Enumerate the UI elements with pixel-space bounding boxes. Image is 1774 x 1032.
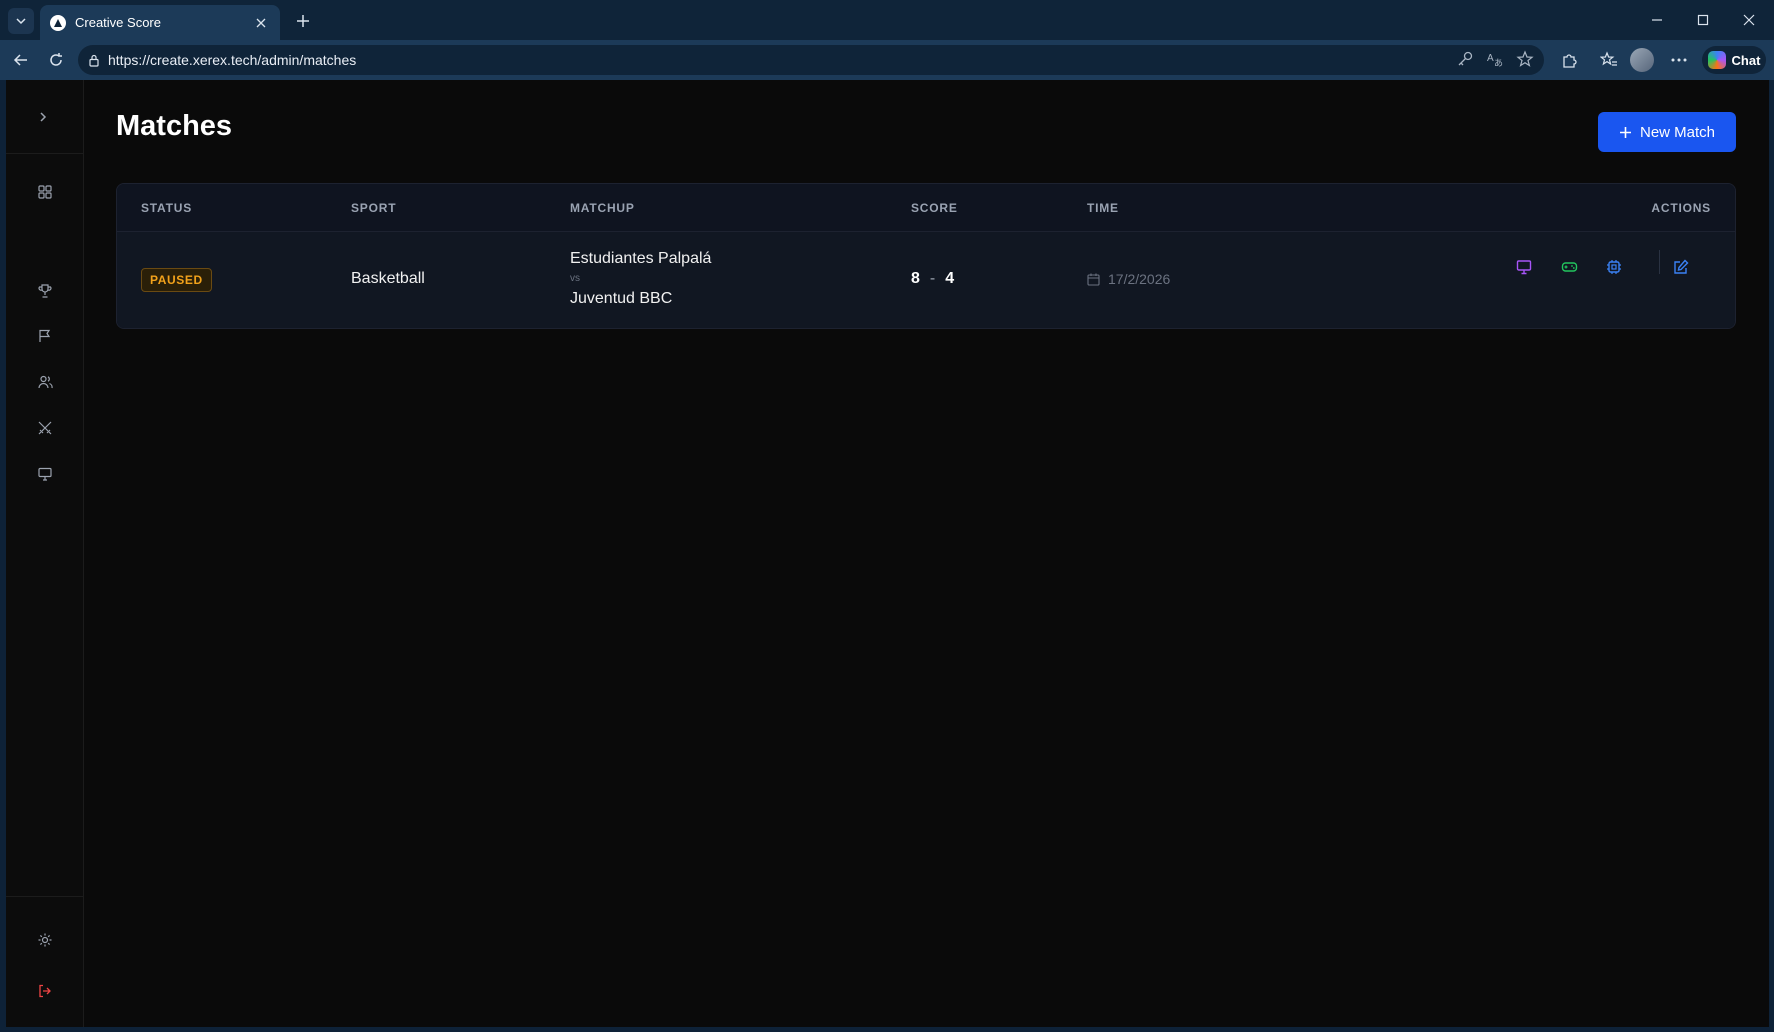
- swords-icon: [38, 421, 52, 435]
- address-bar[interactable]: https://create.xerex.tech/admin/matches …: [78, 45, 1544, 75]
- close-icon: [1743, 14, 1755, 26]
- chip-icon: [1607, 260, 1621, 274]
- away-score: 4: [945, 270, 955, 287]
- sidebar-item-tournaments[interactable]: [28, 274, 62, 308]
- svg-text:A: A: [1487, 53, 1494, 64]
- minimize-button[interactable]: [1634, 6, 1680, 34]
- maximize-button[interactable]: [1680, 6, 1726, 34]
- new-tab-button[interactable]: [290, 8, 316, 34]
- more-horizontal-icon: [1671, 58, 1687, 62]
- new-match-label: New Match: [1639, 123, 1716, 141]
- plus-icon: [1619, 126, 1631, 138]
- browser-toolbar: https://create.xerex.tech/admin/matches …: [0, 40, 1774, 80]
- edit-match-button[interactable]: [1666, 252, 1696, 282]
- home-score: 8: [911, 270, 920, 287]
- match-date: 17/2/2026: [1108, 271, 1171, 287]
- table-header: STATUS SPORT MATCHUP SCORE TIME ACTIONS: [117, 184, 1735, 232]
- sidebar-item-teams[interactable]: [28, 365, 62, 399]
- open-controller-button[interactable]: [1554, 252, 1584, 282]
- browser-titlebar: Creative Score: [0, 0, 1774, 40]
- chevron-down-icon: [16, 18, 26, 25]
- address-bar-actions: Aあ: [1456, 50, 1534, 68]
- matches-table: STATUS SPORT MATCHUP SCORE TIME ACTIONS …: [116, 183, 1736, 329]
- more-menu-button[interactable]: [1667, 48, 1691, 72]
- logout-icon: [39, 984, 51, 998]
- sidebar-item-dashboard[interactable]: [28, 175, 62, 209]
- puzzle-icon: [1563, 54, 1577, 68]
- sidebar: [6, 80, 84, 1027]
- sidebar-divider: [6, 896, 84, 897]
- reload-icon: [50, 53, 62, 66]
- monitor-icon: [1516, 260, 1532, 275]
- dashboard-icon: [38, 185, 52, 199]
- home-team: Estudiantes Palpalá: [570, 250, 712, 267]
- close-window-button[interactable]: [1726, 6, 1772, 34]
- copilot-chat-button[interactable]: Chat: [1702, 46, 1766, 74]
- page-title: Matches: [116, 110, 233, 142]
- svg-text:あ: あ: [1494, 58, 1503, 68]
- reload-button[interactable]: [42, 46, 70, 74]
- url-text: https://create.xerex.tech/admin/matches: [108, 52, 357, 68]
- minimize-icon: [1652, 19, 1662, 21]
- header-status: STATUS: [141, 201, 193, 215]
- plus-icon: [297, 15, 309, 27]
- monitor-icon: [38, 467, 52, 481]
- browser-tab[interactable]: Creative Score: [40, 5, 280, 40]
- actions-divider: [1659, 250, 1660, 274]
- tab-menu-button[interactable]: [8, 8, 34, 34]
- sidebar-expand-button[interactable]: [26, 100, 60, 134]
- chat-label: Chat: [1731, 52, 1761, 68]
- tab-title: Creative Score: [75, 15, 161, 30]
- sidebar-item-matches[interactable]: [28, 319, 62, 353]
- sport-cell: Basketball: [351, 270, 425, 287]
- vs-label: vs: [570, 273, 580, 284]
- status-badge: PAUSED: [141, 268, 212, 292]
- header-matchup: MATCHUP: [570, 201, 635, 215]
- open-display-button[interactable]: [1509, 252, 1539, 282]
- match-settings-button[interactable]: [1599, 252, 1629, 282]
- sun-icon: [38, 933, 52, 947]
- header-sport: SPORT: [351, 201, 397, 215]
- flag-icon: [39, 329, 51, 342]
- chevron-right-icon: [40, 112, 47, 122]
- key-icon[interactable]: [1456, 50, 1474, 68]
- favorites-icon: [1600, 51, 1617, 66]
- extensions-button[interactable]: [1557, 48, 1581, 72]
- sidebar-header: [6, 80, 84, 154]
- header-time: TIME: [1087, 201, 1119, 215]
- edit-icon: [1674, 259, 1689, 274]
- translate-icon[interactable]: Aあ: [1486, 50, 1504, 68]
- copilot-icon: [1707, 51, 1726, 69]
- back-button[interactable]: [7, 46, 35, 74]
- logout-button[interactable]: [28, 974, 62, 1008]
- users-icon: [37, 375, 53, 389]
- favorites-button[interactable]: [1597, 48, 1621, 72]
- score-separator: -: [929, 270, 936, 287]
- sidebar-item-versus[interactable]: [28, 411, 62, 445]
- gamepad-icon: [1561, 262, 1577, 272]
- time-cell: 17/2/2026: [1087, 271, 1170, 287]
- away-team: Juventud BBC: [570, 290, 673, 307]
- star-icon[interactable]: [1516, 50, 1534, 68]
- header-actions: ACTIONS: [1651, 201, 1711, 215]
- app-logo-icon: [50, 14, 66, 31]
- maximize-icon: [1697, 14, 1709, 26]
- score-cell: 8 - 4: [911, 270, 954, 288]
- arrow-left-icon: [13, 54, 27, 66]
- calendar-icon: [1087, 273, 1100, 286]
- new-match-button[interactable]: New Match: [1598, 112, 1736, 152]
- main-content: Matches New Match STATUS SPORT MATCHUP S…: [84, 80, 1769, 1027]
- sidebar-item-displays[interactable]: [28, 457, 62, 491]
- close-icon[interactable]: [252, 14, 270, 32]
- lock-icon: [89, 54, 99, 67]
- theme-toggle-button[interactable]: [28, 923, 62, 957]
- table-row[interactable]: PAUSED Basketball Estudiantes Palpalá vs…: [117, 232, 1735, 328]
- trophy-icon: [38, 284, 52, 298]
- app-viewport: Matches New Match STATUS SPORT MATCHUP S…: [6, 80, 1769, 1027]
- header-score: SCORE: [911, 201, 958, 215]
- profile-avatar[interactable]: [1630, 48, 1654, 72]
